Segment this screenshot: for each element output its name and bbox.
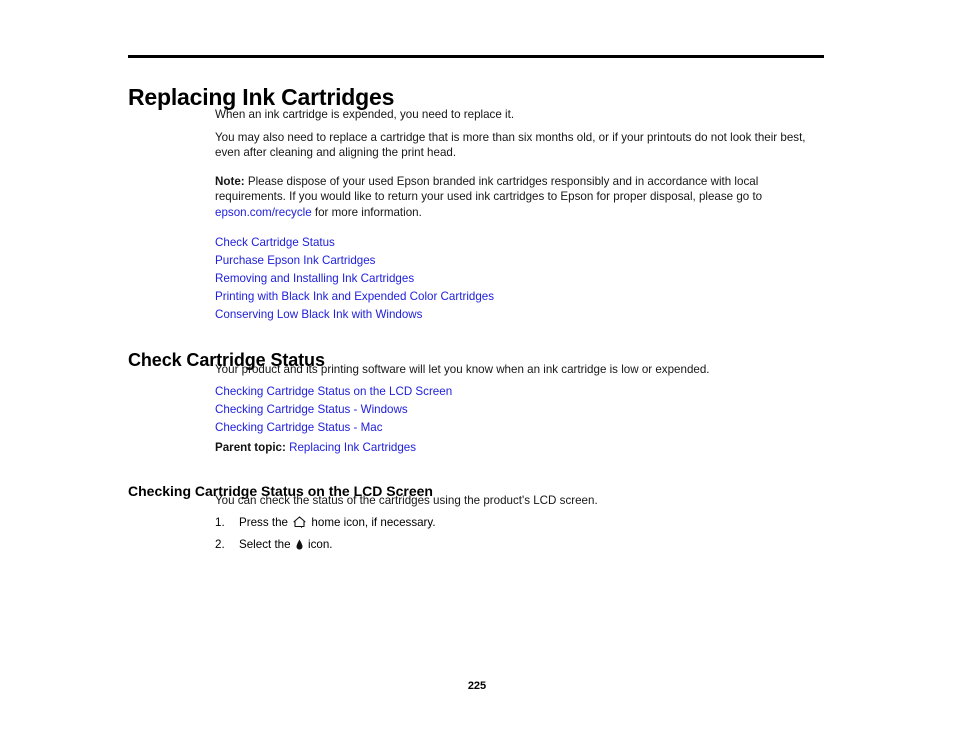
topic-link-list: Check Cartridge Status Purchase Epson In… xyxy=(215,234,494,324)
topic-link-check-cartridge-status[interactable]: Check Cartridge Status xyxy=(215,234,494,252)
topic-link-conserving-low-black-ink[interactable]: Conserving Low Black Ink with Windows xyxy=(215,306,494,324)
header-rule xyxy=(128,55,824,58)
parent-topic-link[interactable]: Replacing Ink Cartridges xyxy=(289,441,416,454)
topic-link-removing-and-installing-ink-cartridges[interactable]: Removing and Installing Ink Cartridges xyxy=(215,270,494,288)
link-checking-cartridge-status-windows[interactable]: Checking Cartridge Status - Windows xyxy=(215,401,452,419)
step-2-number: 2. xyxy=(215,538,225,551)
ink-drop-icon xyxy=(296,539,303,550)
topic-link-printing-with-black-ink[interactable]: Printing with Black Ink and Expended Col… xyxy=(215,288,494,306)
link-checking-cartridge-status-mac[interactable]: Checking Cartridge Status - Mac xyxy=(215,419,452,437)
parent-topic-label: Parent topic: xyxy=(215,441,286,454)
note-paragraph: Note: Please dispose of your used Epson … xyxy=(215,174,827,220)
page-number: 225 xyxy=(467,680,487,692)
link-checking-cartridge-status-lcd[interactable]: Checking Cartridge Status on the LCD Scr… xyxy=(215,383,452,401)
step-1-text-after-icon: home icon, if necessary. xyxy=(308,516,436,529)
note-label: Note: xyxy=(215,175,245,188)
note-text-after-link: for more information. xyxy=(311,205,422,219)
step-1-text-before-icon: Press the xyxy=(239,516,292,529)
note-text-before-link: Please dispose of your used Epson brande… xyxy=(215,175,763,204)
home-icon xyxy=(293,516,306,528)
intro-paragraph-2: You may also need to replace a cartridge… xyxy=(215,131,806,160)
document-page: Replacing Ink Cartridges When an ink car… xyxy=(0,0,954,738)
parent-topic: Parent topic: Replacing Ink Cartridges xyxy=(215,440,416,455)
step-2-text: Select the icon. xyxy=(239,537,333,552)
topic-link-purchase-epson-ink-cartridges[interactable]: Purchase Epson Ink Cartridges xyxy=(215,252,494,270)
check-status-paragraph: Your product and its printing software w… xyxy=(215,363,710,376)
step-2-text-before-icon: Select the xyxy=(239,538,294,551)
lcd-paragraph: You can check the status of the cartridg… xyxy=(215,494,598,507)
intro-paragraph-1: When an ink cartridge is expended, you n… xyxy=(215,108,515,121)
step-1-number: 1. xyxy=(215,516,225,529)
step-2-text-after-icon: icon. xyxy=(304,538,333,551)
step-1-text: Press the home icon, if necessary. xyxy=(239,515,436,530)
epson-recycle-link[interactable]: epson.com/recycle xyxy=(215,206,312,219)
check-status-link-list: Checking Cartridge Status on the LCD Scr… xyxy=(215,383,452,438)
